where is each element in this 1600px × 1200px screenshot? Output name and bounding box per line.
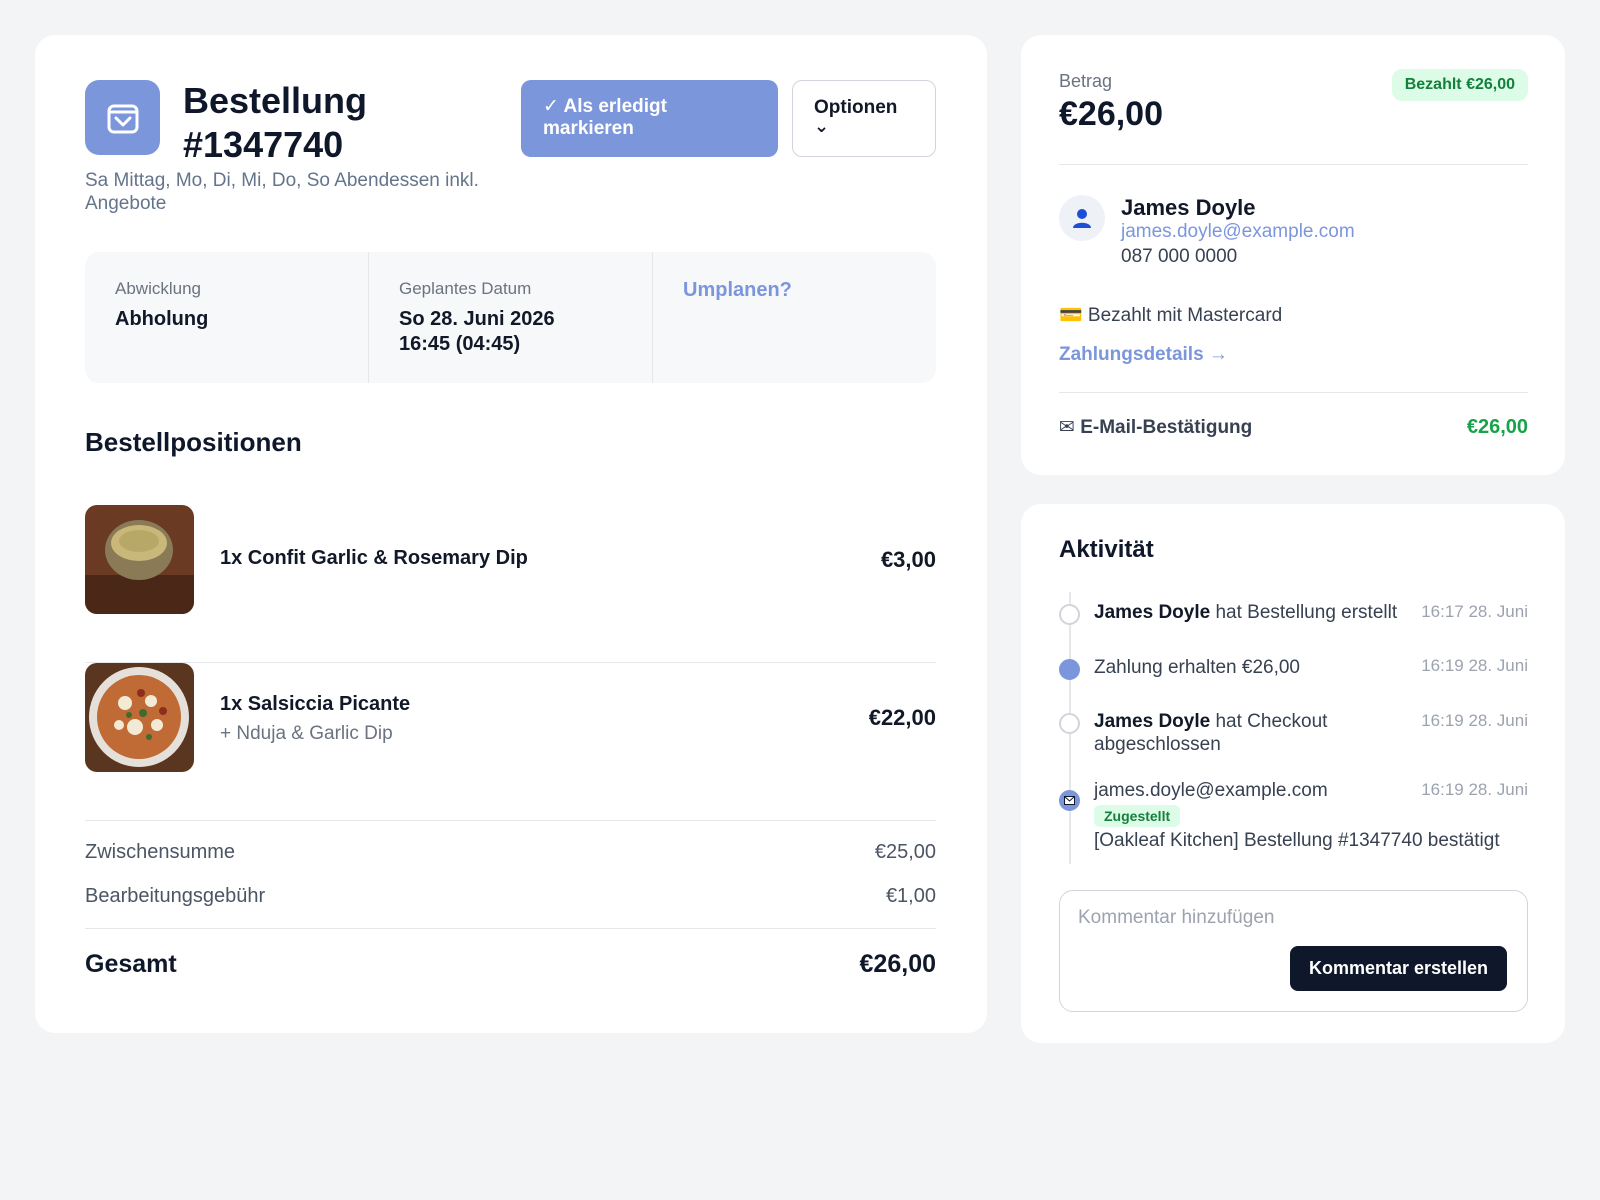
event-text: Zahlung erhalten €26,00 xyxy=(1094,657,1300,678)
fulfillment-value: Abholung xyxy=(115,308,209,330)
fulfillment-cell: Abwicklung Abholung xyxy=(85,252,369,383)
email-subject: [Oakleaf Kitchen] Bestellung #1347740 be… xyxy=(1094,830,1500,851)
comment-input[interactable] xyxy=(1078,907,1498,929)
amount-value: €26,00 xyxy=(1059,95,1163,133)
total-value: €26,00 xyxy=(859,950,936,978)
date-cell: Geplantes Datum So 28. Juni 2026 16:45 (… xyxy=(369,252,653,383)
avatar xyxy=(1059,195,1105,241)
event-time: 16:19 28. Juni xyxy=(1421,780,1528,799)
payment-details-link[interactable]: Zahlungsdetails → xyxy=(1059,344,1228,366)
item-price: €22,00 xyxy=(868,705,936,730)
fee-label: Bearbeitungsgebühr xyxy=(85,885,266,907)
options-label: Optionen xyxy=(814,97,898,118)
subtotal-row: Zwischensumme €25,00 xyxy=(85,841,936,864)
mail-icon xyxy=(1059,790,1080,811)
dip-image xyxy=(85,505,194,614)
order-card: Bestellung #1347740 Sa Mittag, Mo, Di, M… xyxy=(35,35,987,1033)
options-button[interactable]: Optionen ⌄ xyxy=(792,80,936,157)
item-modifier: + Nduja & Garlic Dip xyxy=(220,723,393,744)
divider xyxy=(1059,392,1528,393)
user-icon xyxy=(1073,209,1091,228)
event-text: hat Bestellung erstellt xyxy=(1210,602,1398,623)
mark-done-button[interactable]: ✓ Als erledigt markieren xyxy=(521,80,778,157)
customer-phone: 087 000 0000 xyxy=(1121,246,1238,267)
reschedule-link[interactable]: Umplanen? xyxy=(683,279,906,302)
list-item: 1x Salsiccia Picante + Nduja & Garlic Di… xyxy=(85,663,936,821)
divider xyxy=(85,928,936,929)
fulfillment-label: Abwicklung xyxy=(115,279,201,298)
list-item: 1x Confit Garlic & Rosemary Dip €3,00 xyxy=(85,505,936,663)
activity-title: Aktivität xyxy=(1059,536,1154,563)
date-value: So 28. Juni 2026 16:45 (04:45) xyxy=(399,308,555,355)
activity-event: james.doyle@example.com xyxy=(1094,779,1404,802)
activity-event: James Doyle hat Bestellung erstellt xyxy=(1094,601,1404,624)
reschedule-cell: Umplanen? xyxy=(653,252,936,383)
amount-label: Betrag xyxy=(1059,71,1113,91)
pizza-image xyxy=(85,663,194,772)
timeline-dot xyxy=(1059,659,1080,680)
payment-card: Betrag €26,00 Bezahlt €26,00 James Doyle… xyxy=(1021,35,1565,475)
customer-name: James Doyle xyxy=(1121,195,1256,220)
chevron-down-icon: ⌄ xyxy=(814,116,830,136)
total-row: Gesamt €26,00 xyxy=(85,950,936,979)
event-actor: James Doyle xyxy=(1094,602,1211,623)
order-subtitle: Sa Mittag, Mo, Di, Mi, Do, So Abendessen… xyxy=(85,170,479,214)
timeline-dot xyxy=(1059,713,1080,734)
items-section-title: Bestellpositionen xyxy=(85,427,302,457)
event-time: 16:19 28. Juni xyxy=(1421,656,1528,675)
fee-value: €1,00 xyxy=(885,885,936,907)
subtotal-label: Zwischensumme xyxy=(85,841,236,863)
event-text: james.doyle@example.com xyxy=(1094,780,1328,801)
activity-event: Zahlung erhalten €26,00 xyxy=(1094,656,1404,679)
item-name: 1x Confit Garlic & Rosemary Dip xyxy=(220,547,528,569)
item-price: €3,00 xyxy=(880,547,936,572)
comment-box: Kommentar erstellen xyxy=(1059,890,1528,1012)
fee-row: Bearbeitungsgebühr €1,00 xyxy=(85,885,936,908)
timeline-dot xyxy=(1059,604,1080,625)
activity-card: Aktivität James Doyle hat Bestellung ers… xyxy=(1021,504,1565,1043)
event-actor: James Doyle xyxy=(1094,711,1211,732)
customer-email[interactable]: james.doyle@example.com xyxy=(1121,221,1355,243)
shopping-bag-icon xyxy=(85,80,160,155)
email-confirmation-amount: €26,00 xyxy=(1466,416,1528,438)
divider xyxy=(1059,164,1528,165)
delivered-badge: Zugestellt xyxy=(1094,805,1181,827)
order-info-box: Abwicklung Abholung Geplantes Datum So 2… xyxy=(85,252,936,383)
status-badge: Bezahlt €26,00 xyxy=(1391,69,1528,101)
subtotal-value: €25,00 xyxy=(874,841,936,863)
total-label: Gesamt xyxy=(85,950,177,978)
page-title: Bestellung #1347740 xyxy=(183,80,368,165)
item-name: 1x Salsiccia Picante xyxy=(220,693,411,715)
event-time: 16:19 28. Juni xyxy=(1421,711,1528,730)
date-label: Geplantes Datum xyxy=(399,279,532,298)
activity-event: James Doyle hat Checkout abgeschlossen xyxy=(1094,710,1404,756)
email-confirmation-label: ✉ E-Mail-Bestätigung xyxy=(1059,417,1253,438)
payment-method: 💳 Bezahlt mit Mastercard xyxy=(1059,305,1283,326)
event-time: 16:17 28. Juni xyxy=(1421,602,1528,621)
create-comment-button[interactable]: Kommentar erstellen xyxy=(1290,946,1507,991)
